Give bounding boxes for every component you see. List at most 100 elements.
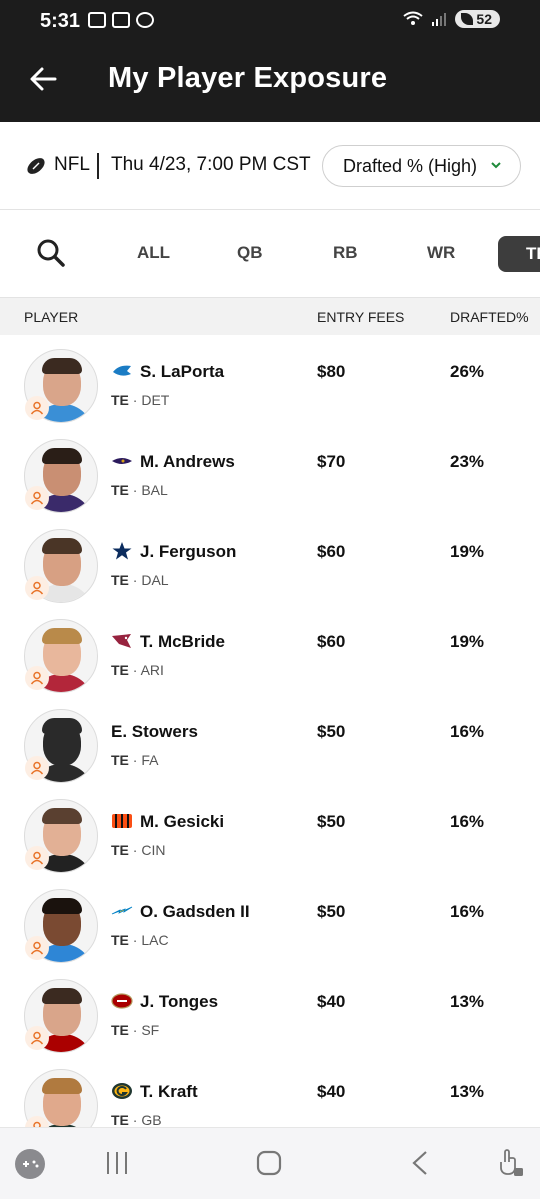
recent-apps-icon[interactable]	[104, 1150, 130, 1176]
drafted-pct: 19%	[450, 632, 485, 651]
player-position-team: TE · BAL	[111, 482, 168, 498]
tab-all[interactable]: ALL	[137, 243, 170, 263]
system-nav-bar	[0, 1127, 540, 1199]
search-icon[interactable]	[36, 238, 66, 268]
user-icon	[25, 666, 49, 690]
touch-lock-icon[interactable]	[497, 1148, 525, 1178]
tab-wr[interactable]: WR	[427, 243, 455, 263]
tab-qb[interactable]: QB	[237, 243, 263, 263]
player-name: T. Kraft	[140, 1082, 198, 1101]
user-icon	[25, 1026, 49, 1050]
cowboys-star-icon	[112, 542, 132, 560]
entry-fee: $50	[317, 722, 346, 741]
drafted-pct: 23%	[450, 452, 485, 471]
player-position-team: TE · FA	[111, 752, 159, 768]
player-row[interactable]: J. Ferguson TE · DAL $60 19%	[0, 515, 540, 605]
wifi-icon	[403, 11, 424, 25]
player-row[interactable]: M. Gesicki TE · CIN $50 16%	[0, 785, 540, 875]
battery-indicator: 52	[455, 10, 500, 28]
user-icon	[25, 396, 49, 420]
49ers-logo-icon	[111, 993, 133, 1009]
drafted-pct: 13%	[450, 992, 485, 1011]
drafted-pct: 13%	[450, 1082, 485, 1101]
tab-te[interactable]: TE	[498, 236, 540, 272]
chargers-bolt-icon	[111, 906, 133, 915]
sort-label: Drafted % (High)	[343, 155, 478, 176]
cardinals-logo-icon	[112, 634, 131, 648]
table-header: PLAYER ENTRY FEES DRAFTED%	[0, 298, 540, 335]
signal-icon	[432, 13, 447, 26]
entry-fee: $40	[317, 1082, 346, 1101]
gmail-icon	[112, 12, 130, 28]
packers-logo-icon	[112, 1083, 132, 1099]
status-time: 5:31	[40, 10, 81, 32]
app-bar: My Player Exposure	[0, 40, 540, 122]
drafted-pct: 16%	[450, 812, 485, 831]
player-name: S. LaPorta	[140, 362, 225, 381]
col-entry-fees: ENTRY FEES	[317, 309, 405, 325]
player-position-team: TE · CIN	[111, 842, 166, 858]
drafted-pct: 16%	[450, 722, 485, 741]
user-icon	[25, 486, 49, 510]
player-position-team: TE · LAC	[111, 932, 169, 948]
league-label: NFL	[54, 154, 90, 175]
back-arrow-icon[interactable]	[28, 64, 58, 94]
battery-saver-icon	[461, 13, 474, 25]
entry-fee: $60	[317, 632, 346, 651]
player-name: J. Tonges	[140, 992, 219, 1011]
player-position-team: TE · SF	[111, 1022, 160, 1038]
col-player: PLAYER	[24, 309, 79, 325]
home-icon[interactable]	[255, 1149, 283, 1177]
contest-filter-bar: NFL Thu 4/23, 7:00 PM CST Drafted % (Hig…	[0, 122, 540, 210]
football-icon	[27, 158, 45, 174]
entry-fee: $70	[317, 452, 346, 471]
page-title: My Player Exposure	[108, 62, 388, 94]
user-icon	[25, 756, 49, 780]
entry-fee: $40	[317, 992, 346, 1011]
status-bar: 5:31 52	[0, 0, 540, 40]
slate-date: Thu 4/23, 7:00 PM CST	[111, 154, 311, 175]
position-tabs: ALL QB RB WR TE	[0, 210, 540, 298]
notification-icons	[88, 12, 154, 28]
player-name: O. Gadsden II	[140, 902, 250, 921]
message-icon	[136, 12, 154, 28]
entry-fee: $50	[317, 902, 346, 921]
player-row[interactable]: T. McBride TE · ARI $60 19%	[0, 605, 540, 695]
player-name: T. McBride	[140, 632, 226, 651]
back-nav-icon[interactable]	[408, 1150, 432, 1176]
chevron-down-icon	[491, 162, 501, 169]
drafted-pct: 19%	[450, 542, 485, 561]
lions-logo-icon	[113, 365, 131, 376]
player-row[interactable]: J. Tonges TE · SF $40 13%	[0, 965, 540, 1055]
player-name: M. Andrews	[140, 452, 235, 471]
player-name: M. Gesicki	[140, 812, 225, 831]
col-drafted: DRAFTED%	[450, 309, 529, 325]
player-row[interactable]: O. Gadsden II TE · LAC $50 16%	[0, 875, 540, 965]
bengals-logo-icon	[112, 814, 132, 828]
user-icon	[25, 846, 49, 870]
screenshot-icon	[88, 12, 106, 28]
drafted-pct: 16%	[450, 902, 485, 921]
battery-level: 52	[476, 11, 492, 27]
drafted-pct: 26%	[450, 362, 485, 381]
entry-fee: $60	[317, 542, 346, 561]
entry-fee: $50	[317, 812, 346, 831]
system-icons: 52	[403, 10, 500, 28]
player-position-team: TE · ARI	[111, 662, 164, 678]
player-row[interactable]: E. Stowers TE · FA $50 16%	[0, 695, 540, 785]
tab-rb[interactable]: RB	[333, 243, 358, 263]
player-name: J. Ferguson	[140, 542, 237, 561]
entry-fee: $80	[317, 362, 346, 381]
player-row[interactable]: S. LaPorta TE · DET $80 26%	[0, 335, 540, 425]
player-list: S. LaPorta TE · DET $80 26% M. Andrews T…	[0, 335, 540, 1145]
player-name: E. Stowers	[111, 722, 198, 741]
game-launcher-icon[interactable]	[14, 1148, 46, 1180]
player-row[interactable]: M. Andrews TE · BAL $70 23%	[0, 425, 540, 515]
player-position-team: TE · GB	[111, 1112, 162, 1128]
sort-dropdown[interactable]: Drafted % (High)	[322, 145, 521, 187]
player-position-team: TE · DET	[111, 392, 170, 408]
user-icon	[25, 576, 49, 600]
player-position-team: TE · DAL	[111, 572, 169, 588]
user-icon	[25, 936, 49, 960]
divider	[97, 153, 99, 179]
